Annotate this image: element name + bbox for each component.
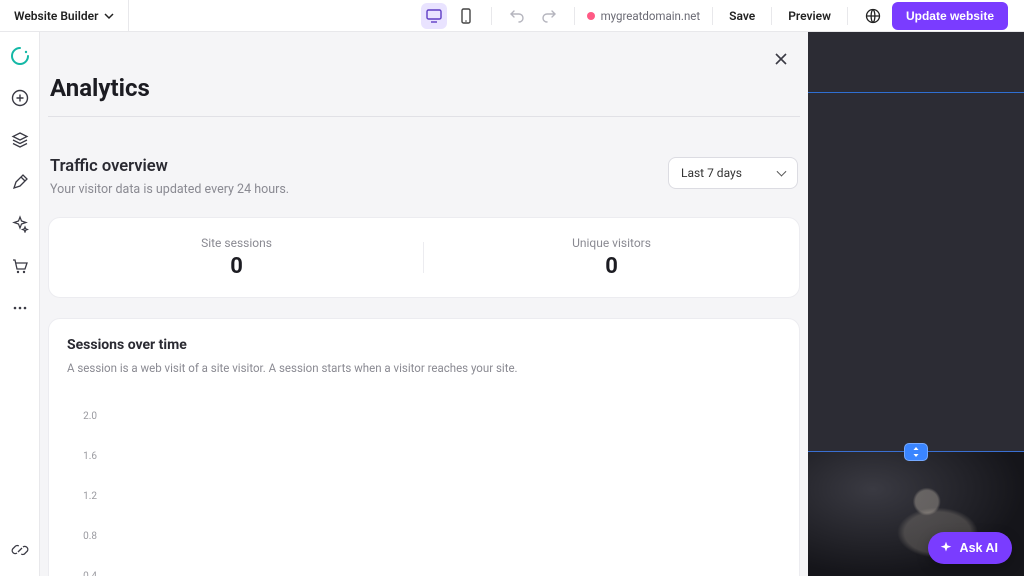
desktop-icon: [426, 9, 442, 23]
save-button[interactable]: Save: [725, 9, 759, 23]
chevron-down-icon: [104, 11, 114, 21]
traffic-title: Traffic overview: [50, 157, 289, 176]
update-website-button[interactable]: Update website: [892, 2, 1008, 30]
y-tick: 1.2: [67, 491, 97, 502]
topbar: Website Builder mygreatdomain.net Save P…: [0, 0, 1024, 32]
section-resize-handle[interactable]: [904, 443, 928, 461]
stats-card: Site sessions 0 Unique visitors 0: [48, 217, 800, 298]
stat-value: 0: [49, 254, 424, 279]
stat-site-sessions: Site sessions 0: [49, 236, 424, 279]
stat-value: 0: [424, 254, 799, 279]
undo-icon: [509, 9, 525, 23]
domain-text: mygreatdomain.net: [601, 9, 701, 23]
stat-label: Site sessions: [49, 236, 424, 250]
undo-button[interactable]: [504, 3, 530, 29]
globe-icon: [865, 8, 881, 24]
divider: [712, 7, 713, 25]
more-icon: [11, 305, 29, 311]
y-tick: 2.0: [67, 411, 97, 422]
ask-ai-button[interactable]: Ask AI: [928, 532, 1012, 564]
design-button[interactable]: [8, 170, 32, 194]
sessions-card: Sessions over time A session is a web vi…: [48, 318, 800, 576]
close-icon: [774, 52, 788, 66]
link-icon: [11, 541, 29, 559]
mobile-icon: [461, 8, 471, 24]
canvas-preview[interactable]: [808, 32, 1024, 576]
date-range-select[interactable]: Last 7 days: [668, 157, 798, 189]
y-tick: 0.4: [67, 571, 97, 576]
link-button[interactable]: [8, 538, 32, 562]
y-tick: 1.6: [67, 451, 97, 462]
divider: [491, 7, 492, 25]
stat-label: Unique visitors: [424, 236, 799, 250]
divider: [574, 7, 575, 25]
store-button[interactable]: [8, 254, 32, 278]
add-button[interactable]: [8, 86, 32, 110]
close-panel-button[interactable]: [770, 48, 792, 70]
layers-button[interactable]: [8, 128, 32, 152]
divider: [847, 7, 848, 25]
cart-icon: [11, 257, 29, 275]
date-range-value: Last 7 days: [681, 166, 742, 180]
sessions-title: Sessions over time: [67, 337, 781, 353]
app-switcher[interactable]: Website Builder: [0, 0, 129, 31]
traffic-subtitle: Your visitor data is updated every 24 ho…: [50, 182, 289, 197]
status-dot-icon: [587, 12, 595, 20]
globe-button[interactable]: [860, 3, 886, 29]
y-tick: 0.8: [67, 531, 97, 542]
layers-icon: [11, 131, 29, 149]
pen-icon: [11, 173, 29, 191]
brand-logo-icon[interactable]: [8, 44, 32, 68]
sparkle-icon: [11, 215, 29, 233]
stat-unique-visitors: Unique visitors 0: [424, 236, 799, 279]
redo-icon: [541, 9, 557, 23]
sparkle-icon: [938, 540, 954, 556]
canvas-section[interactable]: [808, 92, 1024, 576]
sessions-chart: 2.0 1.6 1.2 0.8 0.4: [67, 411, 781, 576]
domain-display[interactable]: mygreatdomain.net: [587, 9, 701, 23]
app-title: Website Builder: [14, 9, 98, 23]
preview-button[interactable]: Preview: [784, 9, 835, 23]
redo-button[interactable]: [536, 3, 562, 29]
device-desktop-button[interactable]: [421, 3, 447, 29]
analytics-panel: Analytics Traffic overview Your visitor …: [40, 32, 808, 576]
resize-vertical-icon: [911, 446, 921, 458]
ask-ai-label: Ask AI: [960, 541, 998, 555]
device-mobile-button[interactable]: [453, 3, 479, 29]
panel-title: Analytics: [48, 50, 800, 117]
sessions-subtitle: A session is a web visit of a site visit…: [67, 361, 781, 375]
ai-tools-button[interactable]: [8, 212, 32, 236]
more-button[interactable]: [8, 296, 32, 320]
divider: [771, 7, 772, 25]
plus-circle-icon: [11, 89, 29, 107]
left-rail: [0, 32, 40, 576]
